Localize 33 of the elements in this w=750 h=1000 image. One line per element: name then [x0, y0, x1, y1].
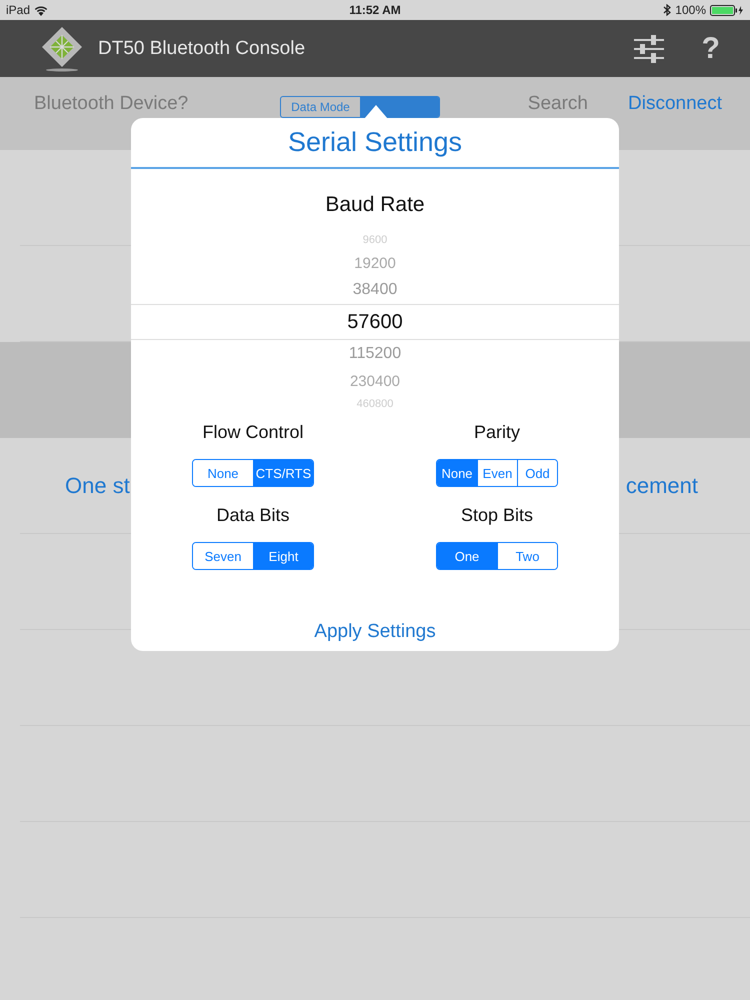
sliders-icon[interactable]	[634, 34, 664, 62]
setting-label: Stop Bits	[460, 505, 534, 526]
setting-label: Flow Control	[202, 422, 304, 443]
list-item-text[interactable]: One st	[65, 472, 130, 498]
baud-rate-option[interactable]: 115200	[348, 340, 402, 368]
device-label: Bluetooth Device?	[34, 93, 190, 115]
setting-label: Data Bits	[216, 505, 290, 526]
segment-option[interactable]: One	[437, 543, 497, 569]
baud-rate-label: Baud Rate	[325, 193, 425, 217]
baud-rate-option[interactable]: 57600	[131, 304, 619, 340]
mode-segment[interactable]	[360, 97, 439, 117]
segment-option[interactable]: Two	[497, 543, 557, 569]
help-button[interactable]: ?	[702, 32, 720, 66]
setting-label: Parity	[474, 422, 520, 443]
bluetooth-icon	[663, 4, 672, 16]
app-title: DT50 Bluetooth Console	[98, 38, 306, 60]
clock-time: 11:52 AM	[349, 3, 401, 17]
disconnect-button[interactable]: Disconnect	[628, 93, 722, 115]
apply-settings-button[interactable]: Apply Settings	[314, 621, 436, 643]
search-button[interactable]: Search	[528, 93, 588, 115]
wifi-icon	[34, 4, 48, 16]
baud-rate-option[interactable]: 38400	[352, 276, 398, 304]
battery-icon	[710, 4, 744, 16]
segment-option[interactable]: None	[437, 460, 477, 486]
device-name: iPad	[6, 3, 30, 17]
baud-rate-option[interactable]: 230400	[350, 368, 400, 394]
list-item-text[interactable]: cement	[626, 472, 698, 498]
popover-title: Serial Settings	[288, 127, 462, 158]
baud-rate-option[interactable]: 19200	[354, 250, 396, 276]
segment-option[interactable]: Eight	[253, 543, 313, 569]
segment-option[interactable]: Odd	[517, 460, 557, 486]
battery-percent: 100%	[675, 3, 706, 17]
segment-option[interactable]: CTS/RTS	[253, 460, 313, 486]
